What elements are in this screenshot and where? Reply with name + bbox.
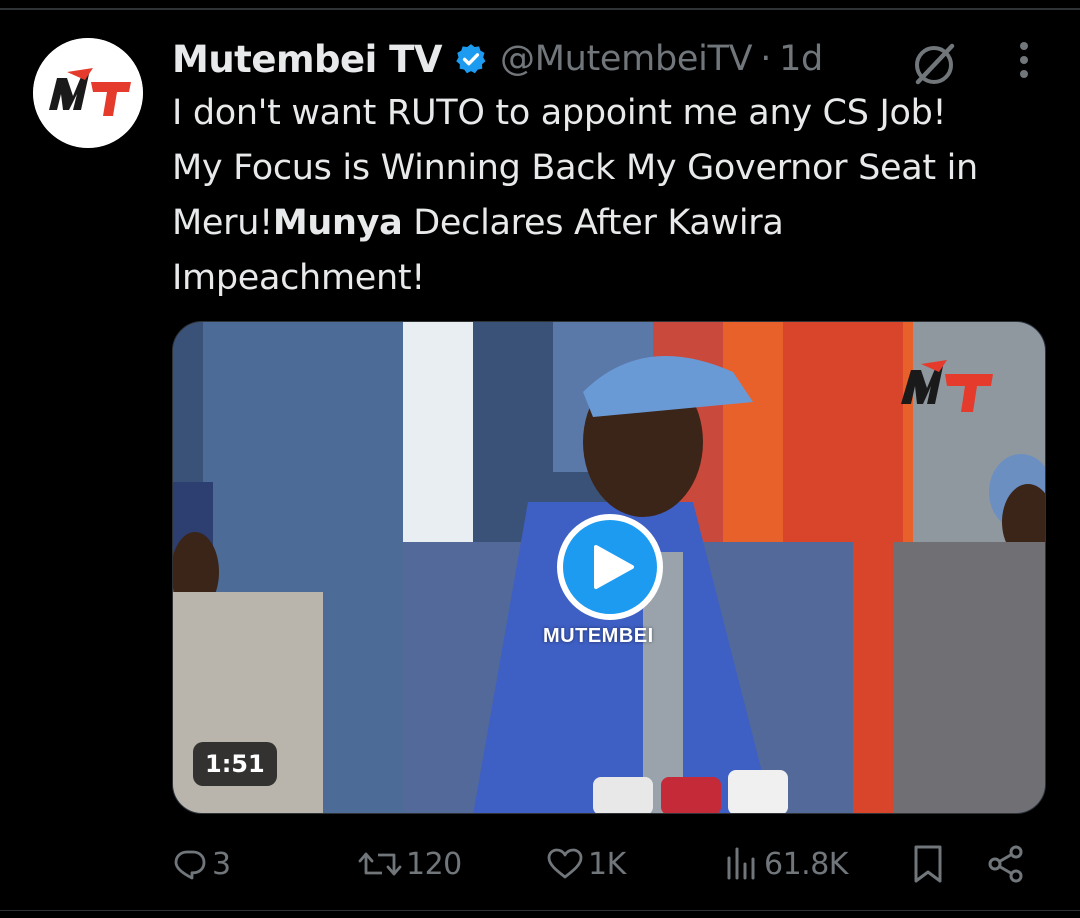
- view-count: 61.8K: [764, 846, 848, 882]
- video-watermark-text: MUTEMBEI: [543, 625, 654, 647]
- like-count: 1K: [588, 846, 626, 882]
- grok-icon[interactable]: [908, 38, 960, 90]
- tweet-text-line: I don't want RUTO to appoint me any CS J…: [172, 93, 947, 133]
- tweet-text-line: Impeachment!: [172, 258, 426, 298]
- reply-button[interactable]: 3: [172, 836, 231, 892]
- header-separator: ·: [760, 39, 772, 79]
- repost-count: 120: [406, 846, 462, 882]
- tweet-text-line: My Focus is Winning Back My Governor Sea…: [172, 148, 978, 188]
- video-duration-badge: 1:51: [193, 742, 277, 786]
- tweet-text-segment: Declares After Kawira: [402, 203, 784, 243]
- author-display-name[interactable]: Mutembei TV: [172, 38, 443, 81]
- like-button[interactable]: 1K: [546, 836, 626, 892]
- post-time[interactable]: 1d: [779, 39, 823, 79]
- tweet-text-line: Meru!Munya Declares After Kawira: [172, 196, 1052, 251]
- video-player[interactable]: MUTEMBEI 1:51: [172, 321, 1046, 814]
- tweet-header: Mutembei TV @MutembeiTV · 1d: [172, 34, 823, 84]
- tweet-text: I don't want RUTO to appoint me any CS J…: [172, 86, 1052, 306]
- share-icon: [988, 845, 1023, 883]
- author-handle[interactable]: @MutembeiTV: [500, 39, 753, 79]
- views-icon: [727, 847, 755, 880]
- repost-button[interactable]: 120: [358, 836, 462, 892]
- avatar-logo: [33, 38, 143, 148]
- share-button[interactable]: [986, 836, 1026, 892]
- tweet-text-bold: Munya: [272, 203, 403, 243]
- avatar[interactable]: [33, 38, 143, 148]
- reply-icon: [174, 850, 206, 880]
- play-button[interactable]: [557, 514, 663, 620]
- channel-watermark-logo: [897, 342, 1037, 422]
- tweet-actions: 3 120 1K 61.8K: [172, 836, 1052, 892]
- tweet-text-segment: Meru!: [172, 203, 273, 243]
- bookmark-icon: [914, 845, 942, 883]
- top-divider: [0, 8, 1080, 10]
- like-icon: [547, 848, 583, 879]
- bottom-divider: [0, 910, 1080, 911]
- more-icon[interactable]: [1004, 38, 1044, 86]
- verified-badge-icon: [454, 42, 488, 76]
- bookmark-button[interactable]: [912, 836, 944, 892]
- repost-icon: [358, 852, 402, 876]
- views-button[interactable]: 61.8K: [724, 836, 848, 892]
- reply-count: 3: [212, 846, 231, 882]
- play-icon: [594, 545, 634, 589]
